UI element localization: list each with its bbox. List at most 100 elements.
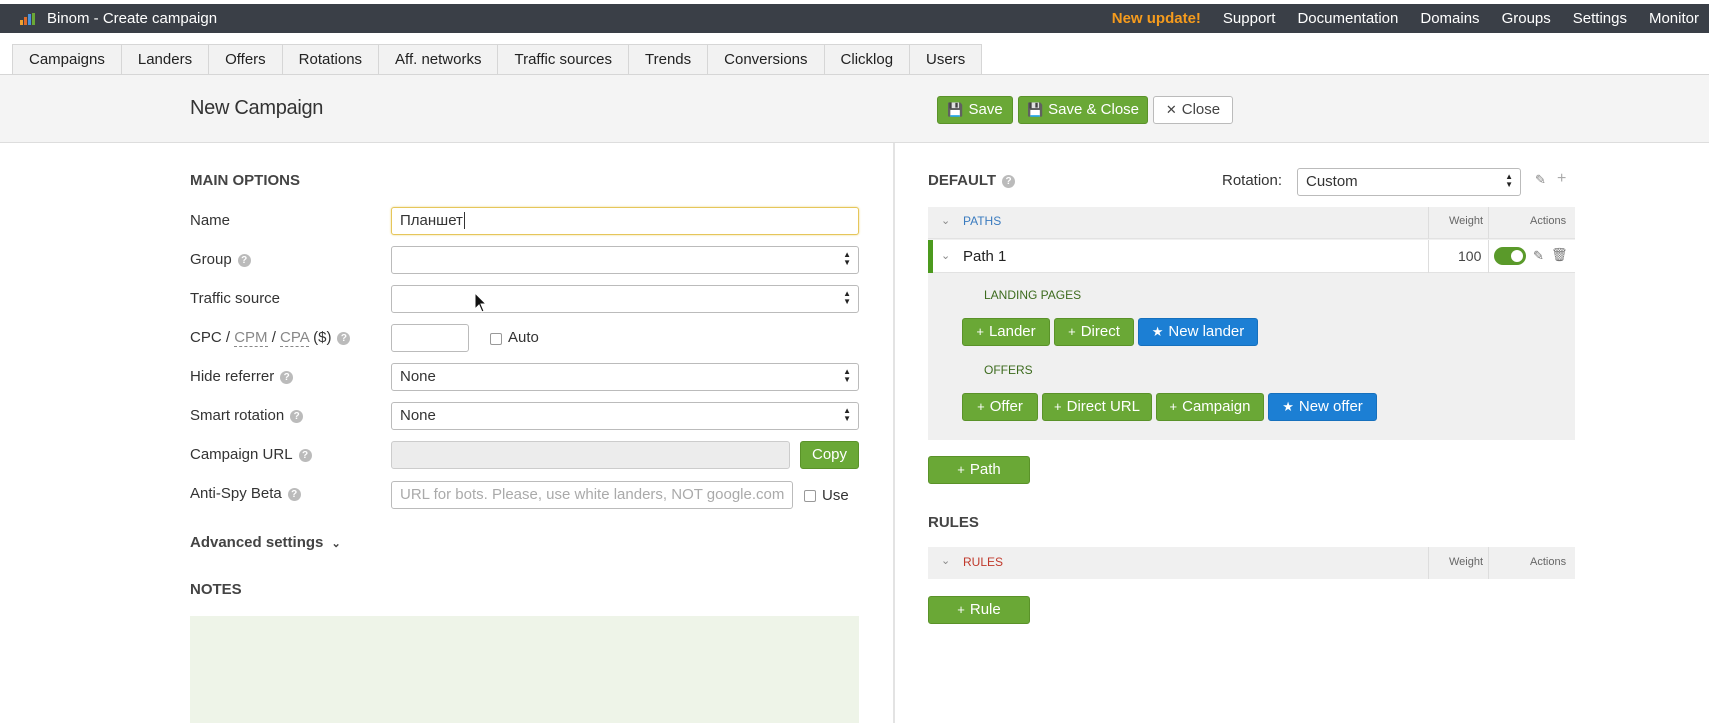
default-text: DEFAULT [928, 172, 997, 189]
add-rotation-icon[interactable]: + [1557, 170, 1566, 188]
add-campaign-button[interactable]: + Campaign [1156, 393, 1264, 421]
col-divider [1428, 240, 1429, 273]
use-checkbox[interactable] [804, 490, 816, 502]
help-icon[interactable]: ? [1002, 175, 1016, 188]
chevron-down-icon[interactable]: ⌄ [941, 249, 950, 262]
campaign-url-label: Campaign URL? [190, 446, 312, 463]
add-rule-label: Rule [969, 601, 1001, 618]
plus-icon: + [976, 324, 984, 339]
cpa-text: CPA [280, 329, 309, 347]
cpc-input[interactable] [391, 324, 469, 352]
currency-unit: ($) [313, 329, 332, 346]
app-title: Binom - Create campaign [47, 10, 218, 27]
path-weight[interactable]: 100 [1458, 248, 1481, 264]
save-close-label: Save & Close [1048, 101, 1140, 118]
tab-traffic-sources[interactable]: Traffic sources [497, 44, 629, 75]
help-icon[interactable]: ? [337, 332, 351, 345]
add-rule-button[interactable]: + Rule [928, 596, 1030, 624]
anti-spy-input[interactable]: URL for bots. Please, use white landers,… [391, 481, 793, 509]
new-offer-button[interactable]: ★ New offer [1268, 393, 1377, 421]
main-options-heading: MAIN OPTIONS [190, 172, 301, 189]
save-button[interactable]: 💾 Save [937, 96, 1013, 124]
actions-header: Actions [1530, 215, 1567, 227]
advanced-settings-toggle[interactable]: Advanced settings ⌄ [190, 534, 341, 551]
edit-path-icon[interactable]: ✎ [1533, 248, 1544, 264]
anti-spy-label: Anti-Spy Beta? [190, 485, 301, 502]
name-label: Name [190, 212, 231, 229]
smart-rotation-label: Smart rotation? [190, 407, 304, 424]
smart-rotation-select[interactable]: None ▲ ▼ [391, 402, 859, 430]
path-name: Path 1 [963, 248, 1007, 265]
col-divider [1428, 547, 1429, 579]
actions-header: Actions [1530, 556, 1567, 568]
delete-path-icon[interactable]: 🗑 [1551, 247, 1568, 263]
tab-rotations[interactable]: Rotations [281, 44, 379, 75]
add-offer-button[interactable]: + Offer [962, 393, 1038, 421]
hide-referrer-text: Hide referrer [190, 368, 275, 385]
chevron-down-icon[interactable]: ⌄ [941, 554, 950, 567]
tab-users[interactable]: Users [909, 44, 983, 75]
plus-icon: + [1169, 399, 1178, 414]
help-icon[interactable]: ? [287, 488, 301, 501]
rules-header: RULES [963, 555, 1004, 569]
nav-monitor[interactable]: Monitor [1649, 10, 1699, 27]
col-divider [1488, 207, 1489, 239]
save-close-button[interactable]: 💾 Save & Close [1018, 96, 1148, 124]
column-divider [893, 143, 895, 723]
traffic-source-select[interactable]: ▲ ▼ [391, 285, 859, 313]
use-label: Use [822, 487, 849, 504]
close-button[interactable]: ✕ Close [1153, 96, 1233, 124]
auto-label: Auto [508, 329, 539, 346]
hide-referrer-label: Hide referrer? [190, 368, 294, 385]
tab-offers[interactable]: Offers [208, 44, 282, 75]
campaign-url-text: Campaign URL [190, 446, 293, 463]
nav-documentation[interactable]: Documentation [1297, 10, 1398, 27]
weight-header: Weight [1449, 556, 1484, 568]
plus-icon: + [1068, 324, 1076, 339]
nav-support[interactable]: Support [1223, 10, 1276, 27]
group-label: Group? [190, 251, 251, 268]
nav-groups[interactable]: Groups [1502, 10, 1551, 27]
rules-heading: RULES [928, 514, 979, 531]
select-arrows-icon: ▲ ▼ [843, 289, 851, 306]
tab-landers[interactable]: Landers [120, 44, 209, 75]
path-active-indicator [928, 240, 933, 273]
tab-trends[interactable]: Trends [628, 44, 708, 75]
edit-rotation-icon[interactable]: ✎ [1535, 172, 1546, 188]
group-label-text: Group [190, 251, 232, 268]
help-icon[interactable]: ? [290, 410, 304, 423]
tab-campaigns[interactable]: Campaigns [12, 44, 121, 75]
notes-textarea[interactable] [190, 616, 859, 723]
name-input[interactable]: Планшет [391, 207, 859, 235]
anti-spy-placeholder: URL for bots. Please, use white landers,… [400, 486, 785, 503]
auto-checkbox[interactable] [490, 333, 502, 345]
rotation-value: Custom [1306, 173, 1358, 190]
group-select[interactable]: ▲ ▼ [391, 246, 859, 274]
help-icon[interactable]: ? [237, 254, 251, 267]
rotation-select[interactable]: Custom ▲ ▼ [1297, 168, 1521, 196]
tab-conversions[interactable]: Conversions [707, 44, 824, 75]
tab-clicklog[interactable]: Clicklog [823, 44, 910, 75]
copy-button[interactable]: Copy [800, 441, 859, 469]
name-value: Планшет [400, 212, 463, 229]
rotation-label: Rotation: [1222, 172, 1283, 189]
add-lander-label: Lander [988, 323, 1036, 340]
new-lander-button[interactable]: ★ New lander [1138, 318, 1258, 346]
close-icon: ✕ [1165, 102, 1177, 117]
nav-domains[interactable]: Domains [1420, 10, 1479, 27]
campaign-url-input[interactable] [391, 441, 790, 469]
add-campaign-label: Campaign [1182, 398, 1251, 415]
help-icon[interactable]: ? [298, 449, 312, 462]
help-icon[interactable]: ? [280, 371, 294, 384]
add-lander-button[interactable]: + Lander [962, 318, 1050, 346]
add-direct-button[interactable]: + Direct [1054, 318, 1134, 346]
offers-heading: OFFERS [984, 363, 1033, 377]
hide-referrer-select[interactable]: None ▲ ▼ [391, 363, 859, 391]
path-enabled-toggle[interactable] [1494, 247, 1526, 265]
tab-aff-networks[interactable]: Aff. networks [378, 44, 498, 75]
nav-settings[interactable]: Settings [1573, 10, 1627, 27]
new-update-link[interactable]: New update! [1112, 10, 1201, 27]
add-direct-url-button[interactable]: + Direct URL [1042, 393, 1152, 421]
add-path-button[interactable]: + Path [928, 456, 1030, 484]
chevron-down-icon[interactable]: ⌄ [941, 214, 950, 227]
